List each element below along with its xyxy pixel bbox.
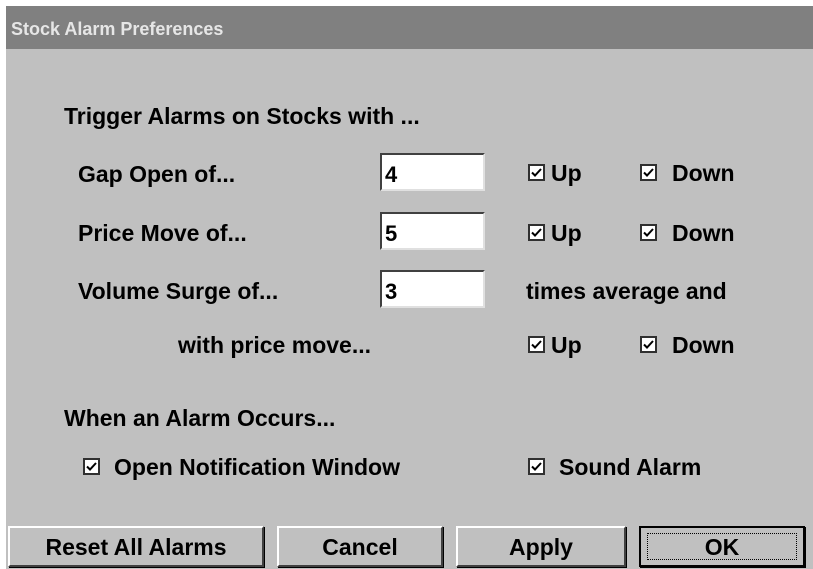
price-move-label: Price Move of... (78, 220, 247, 246)
price-move-down-checkbox[interactable] (640, 224, 657, 241)
gap-open-up-checkbox[interactable] (528, 164, 545, 181)
stock-alarm-preferences-dialog: Stock Alarm Preferences Trigger Alarms o… (6, 6, 813, 569)
title-bar[interactable]: Stock Alarm Preferences (6, 6, 813, 49)
reset-all-alarms-button[interactable]: Reset All Alarms (8, 526, 264, 567)
checkmark-icon (531, 168, 542, 177)
ok-button[interactable]: OK (639, 526, 805, 567)
with-price-move-down-checkbox[interactable] (640, 336, 657, 353)
occurs-section-heading: When an Alarm Occurs... (64, 405, 336, 431)
checkmark-icon (643, 340, 654, 349)
price-move-up-label[interactable]: Up (551, 220, 582, 246)
checkmark-icon (643, 228, 654, 237)
volume-surge-suffix: times average and (526, 278, 727, 304)
cancel-button[interactable]: Cancel (277, 526, 443, 567)
with-price-move-up-label[interactable]: Up (551, 332, 582, 358)
gap-open-input[interactable] (380, 153, 485, 191)
open-notification-checkbox[interactable] (83, 458, 100, 475)
checkmark-icon (643, 168, 654, 177)
volume-surge-label: Volume Surge of... (78, 278, 279, 304)
checkmark-icon (531, 462, 542, 471)
window-title: Stock Alarm Preferences (11, 19, 224, 39)
price-move-up-checkbox[interactable] (528, 224, 545, 241)
gap-open-label: Gap Open of... (78, 161, 236, 187)
price-move-down-label[interactable]: Down (672, 220, 735, 246)
open-notification-label[interactable]: Open Notification Window (114, 454, 400, 480)
with-price-move-down-label[interactable]: Down (672, 332, 735, 358)
trigger-section-heading: Trigger Alarms on Stocks with ... (64, 103, 420, 129)
volume-surge-input[interactable] (380, 270, 485, 308)
sound-alarm-checkbox[interactable] (528, 458, 545, 475)
with-price-move-label: with price move... (178, 332, 371, 358)
price-move-input[interactable] (380, 212, 485, 250)
gap-open-down-checkbox[interactable] (640, 164, 657, 181)
with-price-move-up-checkbox[interactable] (528, 336, 545, 353)
checkmark-icon (86, 462, 97, 471)
gap-open-down-label[interactable]: Down (672, 160, 735, 186)
apply-button[interactable]: Apply (456, 526, 626, 567)
sound-alarm-label[interactable]: Sound Alarm (559, 454, 701, 480)
checkmark-icon (531, 228, 542, 237)
checkmark-icon (531, 340, 542, 349)
gap-open-up-label[interactable]: Up (551, 160, 582, 186)
focus-ring (647, 533, 797, 560)
